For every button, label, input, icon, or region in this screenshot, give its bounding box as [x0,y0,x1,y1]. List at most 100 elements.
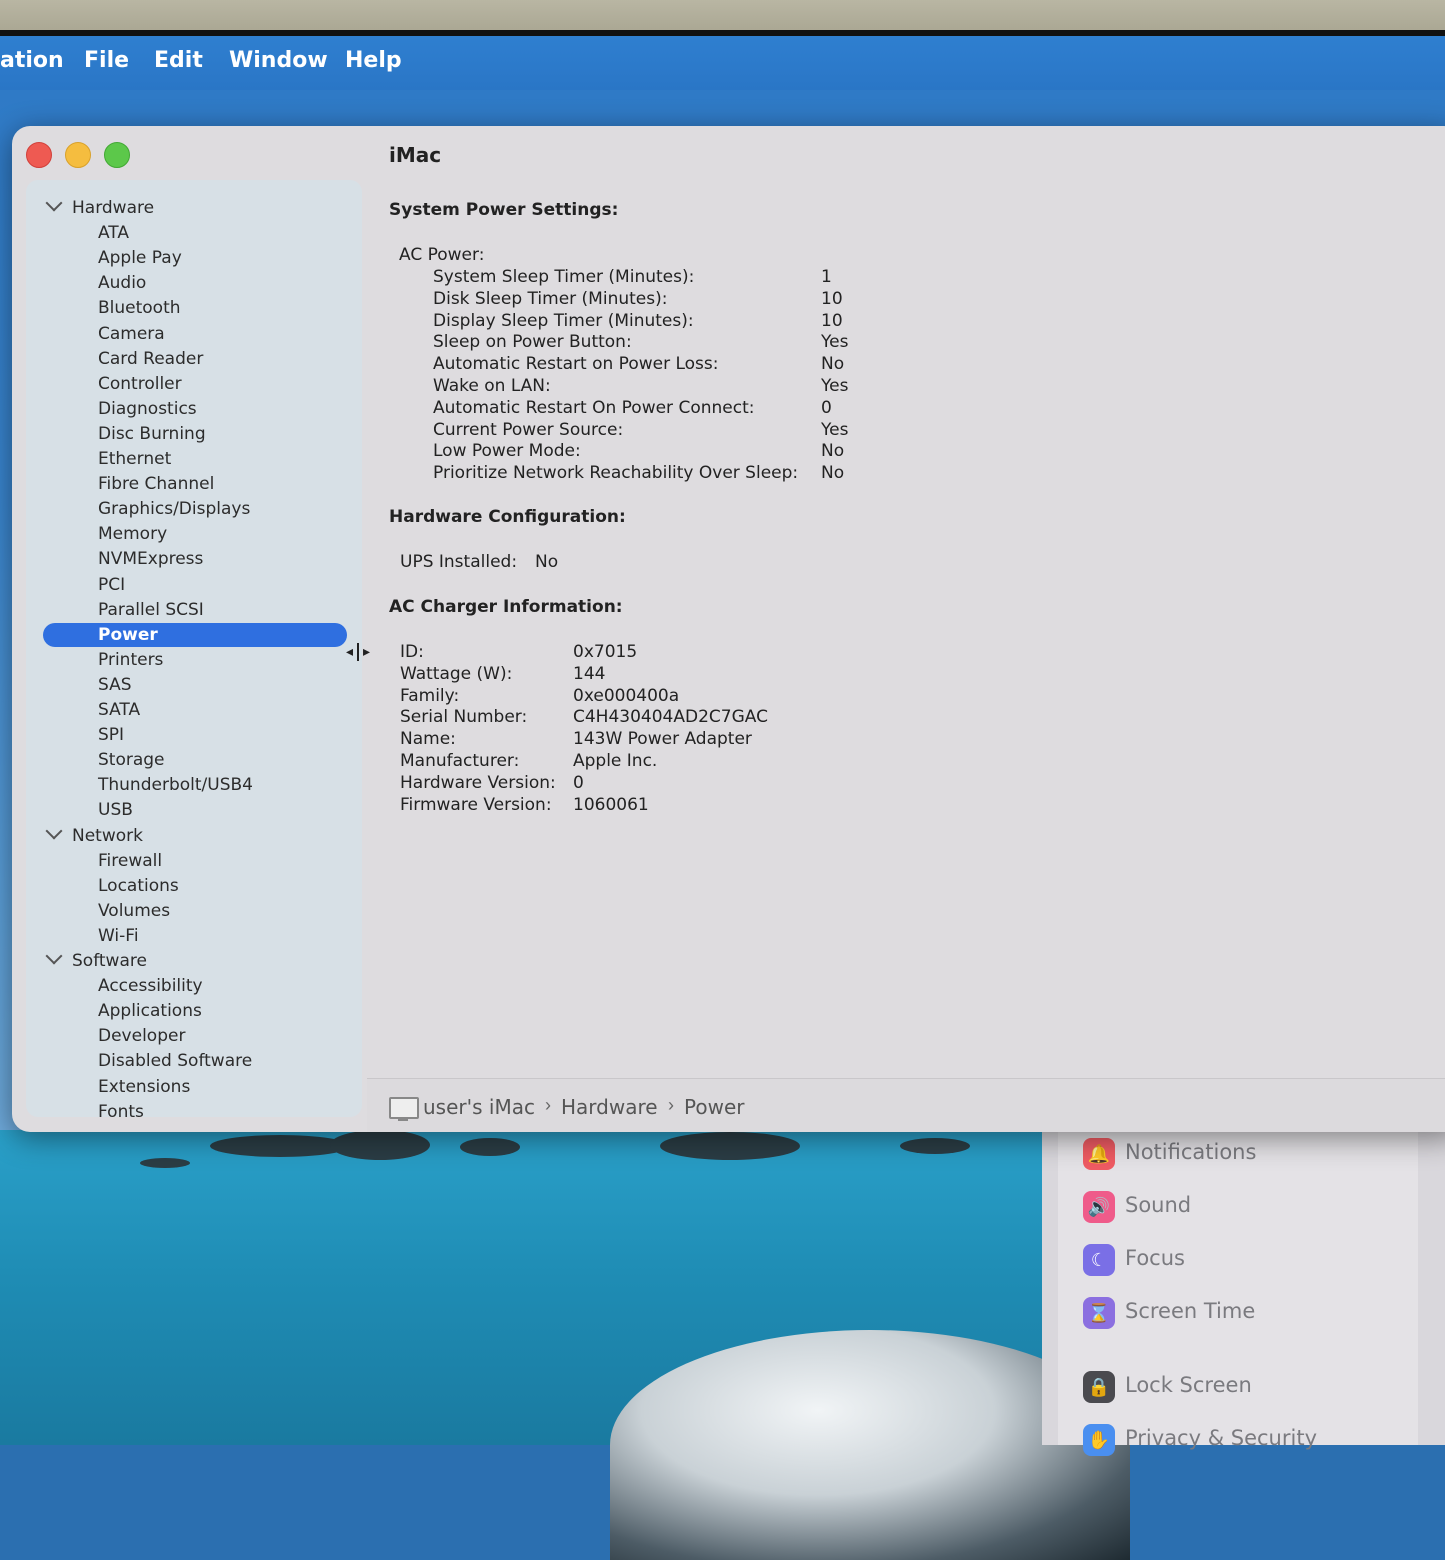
zoom-button[interactable] [104,142,130,168]
sidebar-item-disc-burning[interactable]: Disc Burning [98,424,206,444]
wallpaper-rock [460,1138,520,1156]
charger-value: 143W Power Adapter [573,729,752,750]
sidebar-item-extensions[interactable]: Extensions [98,1077,190,1097]
charger-value: Apple Inc. [573,751,658,771]
charger-key: Firmware Version: [400,794,552,815]
ac-power-value: Yes [821,419,849,440]
path-crumb-power[interactable]: Power [684,1095,744,1119]
sidebar-group-label: Hardware [72,198,155,218]
chevron-down-icon[interactable] [45,194,63,212]
charger-heading: AC Charger Information: [389,597,623,617]
sidebar-item-fonts[interactable]: Fonts [98,1102,144,1122]
charger-key: Manufacturer: [400,751,520,771]
sidebar-item-parallel-scsi[interactable]: Parallel SCSI [98,600,204,620]
settings-item-screen-time[interactable]: Screen Time [1125,1299,1255,1323]
close-button[interactable] [26,142,52,168]
menu-edit[interactable]: Edit [154,48,203,73]
sidebar-item-graphics-displays[interactable]: Graphics/Displays [98,499,250,519]
ac-power-key: Automatic Restart On Power Connect: [433,397,755,418]
sidebar-item-spi[interactable]: SPI [98,725,124,745]
settings-item-notifications[interactable]: Notifications [1125,1140,1256,1164]
sidebar-item-wi-fi[interactable]: Wi-Fi [98,926,139,946]
charger-value: 144 [573,663,606,684]
wallpaper-rock [900,1138,970,1154]
ac-power-value: 10 [821,288,843,309]
sidebar-item-card-reader[interactable]: Card Reader [98,349,203,369]
ac-power-value: Yes [821,332,849,353]
computer-icon-stand [398,1117,408,1121]
sidebar-item-disabled-software[interactable]: Disabled Software [98,1051,252,1071]
computer-icon [389,1097,419,1119]
sidebar-item-usb[interactable]: USB [98,800,133,820]
sidebar-item-sas[interactable]: SAS [98,675,132,695]
sidebar-item-controller[interactable]: Controller [98,374,182,394]
sidebar-item-ethernet[interactable]: Ethernet [98,449,171,469]
lock-icon: 🔒 [1083,1371,1115,1403]
wallpaper-rock [140,1158,190,1168]
settings-item-focus[interactable]: Focus [1125,1246,1185,1270]
path-separator: › [668,1095,674,1115]
menu-app-name[interactable]: ation [0,48,64,73]
sidebar-item-accessibility[interactable]: Accessibility [98,976,203,996]
sidebar-item-firewall[interactable]: Firewall [98,851,162,871]
charger-key: Family: [400,685,460,706]
wallpaper-rock [660,1132,800,1160]
chevron-down-icon[interactable] [45,947,63,965]
charger-value: C4H430404AD2C7GAC [573,707,768,728]
sidebar-item-apple-pay[interactable]: Apple Pay [98,248,182,268]
sidebar-group-network[interactable]: Network [45,822,143,846]
ac-power-value: Yes [821,376,849,396]
charger-key: Hardware Version: [400,772,556,793]
sidebar-item-thunderbolt-usb4[interactable]: Thunderbolt/USB4 [98,775,253,795]
sidebar-item-printers[interactable]: Printers [98,650,163,670]
settings-item-lock-screen[interactable]: Lock Screen [1125,1373,1252,1397]
path-separator: › [545,1095,551,1115]
ac-power-key: Prioritize Network Reachability Over Sle… [433,463,799,484]
menu-bar [0,36,1445,90]
ac-power-value: 0 [821,397,832,418]
sidebar-group-software[interactable]: Software [45,947,147,971]
sidebar-item-locations[interactable]: Locations [98,876,179,896]
menu-file[interactable]: File [84,48,129,73]
sidebar-group-hardware[interactable]: Hardware [45,194,155,218]
moon-icon: ☾ [1083,1244,1115,1276]
sidebar-group-label: Network [72,825,143,846]
settings-item-sound[interactable]: Sound [1125,1193,1191,1217]
window-title: iMac [389,143,442,167]
ac-power-value: No [821,441,845,462]
ac-power-value: 10 [821,310,843,331]
sidebar-item-camera[interactable]: Camera [98,324,165,344]
sidebar-item-volumes[interactable]: Volumes [98,901,170,921]
system-power-heading: System Power Settings: [389,200,619,220]
hand-icon: ✋ [1083,1424,1115,1456]
sidebar-item-pci[interactable]: PCI [98,575,125,595]
path-bar: user's iMac › Hardware › Power [367,1078,1445,1132]
charger-value: 0 [573,772,584,793]
ac-power-key: Current Power Source: [433,419,624,440]
sidebar-item-storage[interactable]: Storage [98,750,165,770]
monitor-bezel [0,0,1445,34]
sidebar-item-developer[interactable]: Developer [98,1026,185,1046]
path-crumb-computer[interactable]: user's iMac [423,1095,535,1119]
ac-power-value: 1 [821,267,832,287]
sidebar-item-applications[interactable]: Applications [98,1001,202,1021]
sidebar-group-label: Software [72,951,147,971]
chevron-down-icon[interactable] [45,822,63,839]
sidebar-item-nvmexpress[interactable]: NVMExpress [98,549,203,569]
menu-window[interactable]: Window [229,48,328,73]
sidebar-item-memory[interactable]: Memory [98,524,167,544]
sidebar-item-power[interactable]: Power [98,625,158,645]
settings-item-privacy-security[interactable]: Privacy & Security [1125,1426,1317,1450]
menu-help[interactable]: Help [345,48,402,73]
sidebar-item-bluetooth[interactable]: Bluetooth [98,298,181,318]
sidebar-item-audio[interactable]: Audio [98,273,146,293]
minimize-button[interactable] [65,142,91,168]
ac-power-key: System Sleep Timer (Minutes): [433,267,695,287]
sidebar-item-diagnostics[interactable]: Diagnostics [98,399,197,419]
sidebar-item-sata[interactable]: SATA [98,700,140,720]
path-crumb-hardware[interactable]: Hardware [561,1095,658,1119]
sidebar-item-fibre-channel[interactable]: Fibre Channel [98,474,214,494]
sidebar-item-ata[interactable]: ATA [98,223,129,243]
speaker-icon: 🔊 [1083,1191,1115,1223]
bell-icon: 🔔 [1083,1138,1115,1170]
